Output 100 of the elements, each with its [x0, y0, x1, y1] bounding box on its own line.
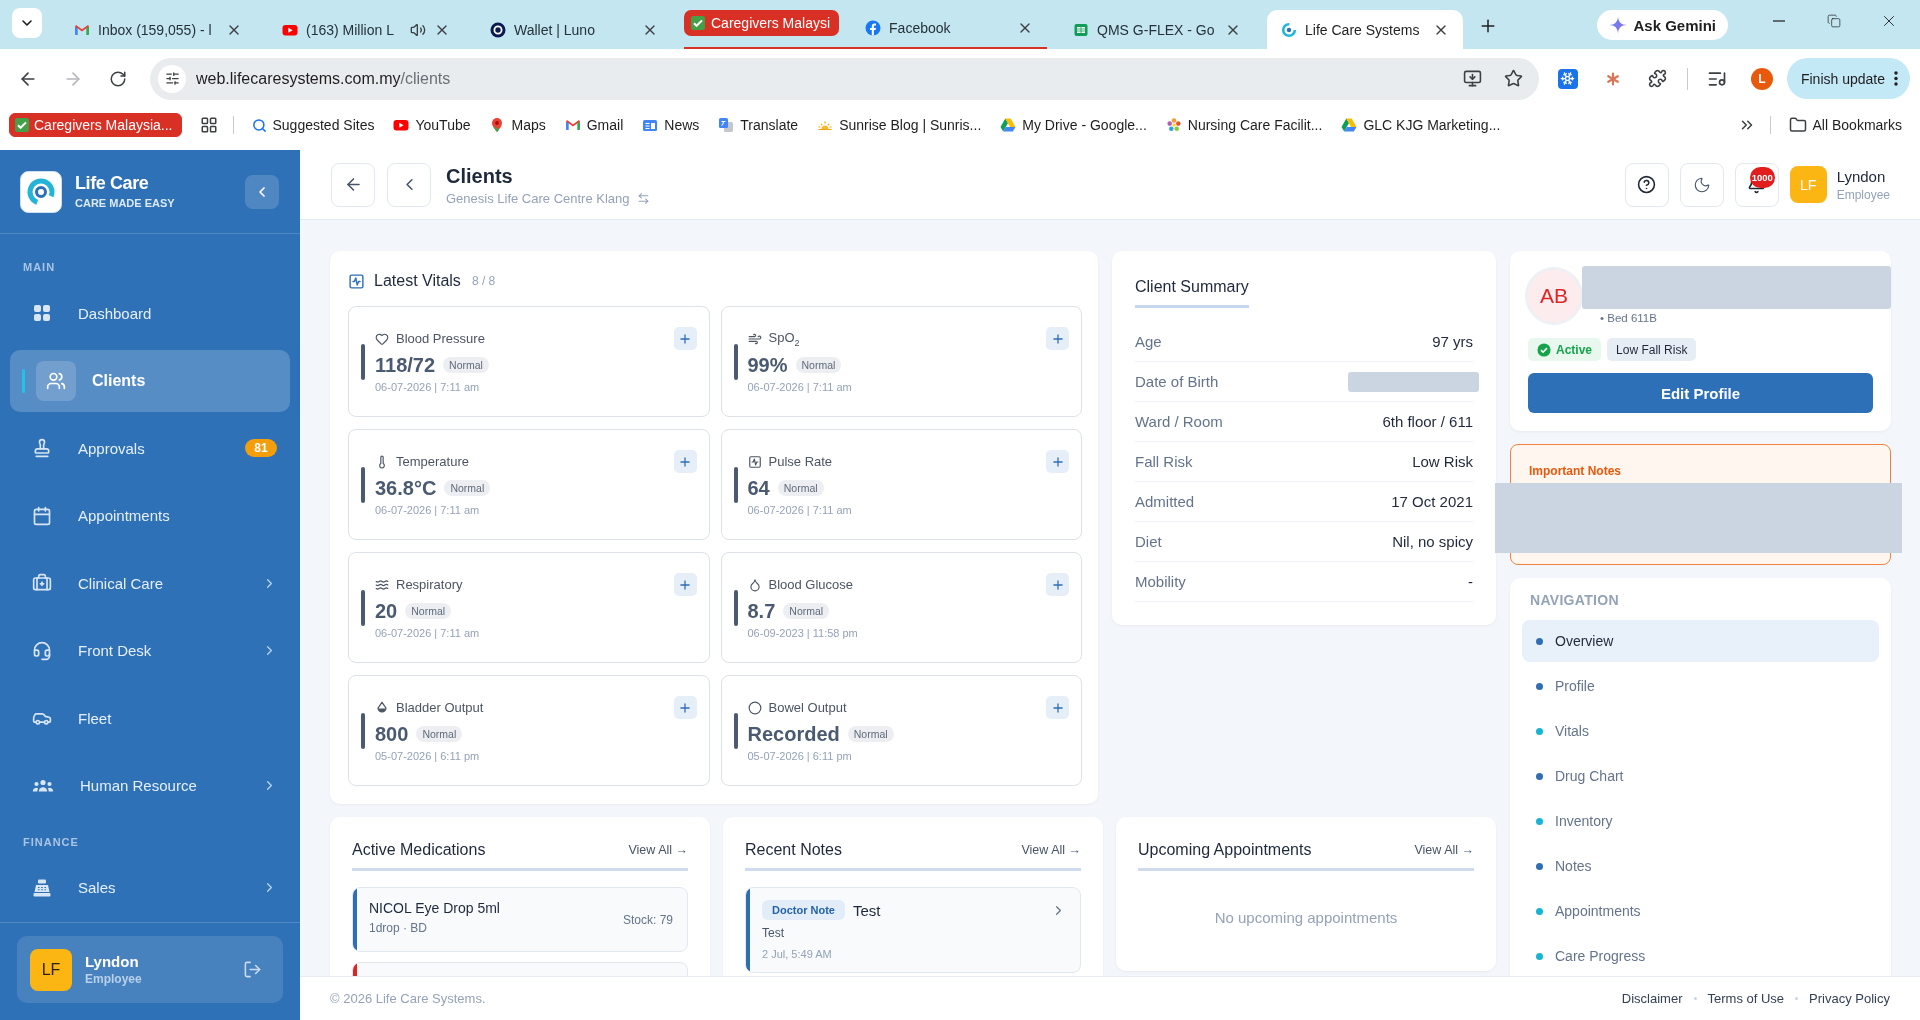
help-button[interactable]: [1624, 162, 1669, 207]
notifications-button[interactable]: 1000: [1734, 162, 1779, 207]
view-all-link[interactable]: View All →: [628, 843, 688, 857]
browser-tab[interactable]: Wallet | Luno: [476, 10, 672, 49]
profile-button[interactable]: L: [1744, 61, 1779, 96]
view-all-link[interactable]: View All →: [1414, 843, 1474, 857]
bookmark-link[interactable]: Suggested Sites: [243, 111, 383, 139]
bookmark-link[interactable]: Gmail: [556, 111, 632, 139]
reload-icon: [109, 69, 127, 88]
nav-item[interactable]: Vitals: [1522, 710, 1879, 752]
panel-title: Upcoming Appointments: [1138, 840, 1312, 860]
bed-label: • Bed 611B: [1600, 312, 1657, 324]
browser-tab[interactable]: QMS G-FLEX - Go: [1059, 10, 1256, 49]
summary-value: -: [1468, 573, 1473, 590]
vital-timestamp: 06-07-2026 | 7:11 am: [375, 504, 481, 516]
bookmark-link[interactable]: Nursing Care Facilit...: [1157, 111, 1331, 139]
browser-tab[interactable]: (163) Million L: [268, 10, 464, 49]
vital-timestamp: 06-07-2026 | 7:11 am: [747, 504, 852, 516]
add-button[interactable]: [673, 450, 697, 473]
sidebar-item[interactable]: Fleet: [10, 687, 290, 749]
bookmark-link[interactable]: Sunrise Blog | Sunris...: [809, 111, 990, 139]
sidebar-item[interactable]: Approvals 81: [10, 417, 290, 479]
add-button[interactable]: [1046, 696, 1069, 719]
help-icon: [1637, 175, 1657, 194]
sidebar-item[interactable]: Dashboard: [10, 282, 290, 344]
grid-icon: [32, 303, 52, 323]
collapse-button[interactable]: [245, 174, 279, 209]
status-pill: Normal: [444, 480, 491, 496]
sidebar-item[interactable]: Clinical Care: [10, 552, 290, 614]
footer-link[interactable]: Disclaimer: [1621, 991, 1683, 1006]
view-all-link[interactable]: View All →: [1021, 843, 1081, 857]
nav-item[interactable]: Drug Chart: [1522, 755, 1879, 797]
summary-value: Low Risk: [1412, 453, 1473, 470]
logout-icon[interactable]: [243, 960, 262, 979]
stamp-icon: [32, 438, 52, 458]
nav-item[interactable]: Inventory: [1522, 800, 1879, 842]
plus-icon: [1050, 454, 1065, 469]
add-button[interactable]: [1046, 573, 1069, 596]
bookmark-link[interactable]: Translate: [710, 111, 807, 139]
medication-card[interactable]: NICOL Eye Drop 5ml 1drop · BD Stock: 79: [352, 887, 688, 952]
pulse-icon: [348, 272, 365, 290]
nav-item[interactable]: Profile: [1522, 665, 1879, 707]
sidebar-item[interactable]: Sales: [10, 856, 290, 919]
check-square-icon: [690, 15, 706, 31]
bookmark-group-chip[interactable]: Caregivers Malaysia...: [9, 113, 182, 137]
nav-item[interactable]: Care Progress: [1522, 935, 1879, 976]
sliders-icon[interactable]: [158, 64, 186, 93]
droplet-icon: [747, 577, 762, 592]
bookmark-link[interactable]: Maps: [481, 111, 554, 139]
nav-item[interactable]: Notes: [1522, 845, 1879, 887]
install-icon[interactable]: [1462, 69, 1482, 88]
flower-icon: [1165, 117, 1182, 133]
tab-group-chip[interactable]: Caregivers Malaysi: [684, 10, 840, 36]
footer-link[interactable]: Privacy Policy: [1809, 991, 1890, 1006]
sidebar-item[interactable]: Human Resource: [10, 754, 290, 817]
update-button[interactable]: Finish update: [1786, 58, 1910, 99]
all-bookmarks-link[interactable]: All Bookmarks: [1780, 111, 1910, 139]
profile-avatar: L: [1750, 67, 1773, 90]
add-button[interactable]: [673, 696, 697, 719]
browser-tab[interactable]: Facebook: [851, 8, 1048, 47]
theme-button[interactable]: [1679, 162, 1724, 207]
sidebar-item[interactable]: Front Desk: [10, 619, 290, 682]
bookmark-link[interactable]: YouTube: [385, 111, 479, 139]
note-card[interactable]: Doctor Note Test Test 2 Jul, 5:49 AM: [745, 887, 1081, 973]
browser-tab[interactable]: Life Care Systems: [1267, 10, 1464, 49]
vital-timestamp: 05-07-2026 | 6:11 pm: [375, 750, 481, 762]
vital-value: 800: [375, 722, 409, 747]
gemini-button[interactable]: Ask Gemini: [1597, 10, 1728, 40]
bookmark-link[interactable]: My Drive - Google...: [992, 111, 1155, 139]
vital-timestamp: 06-07-2026 | 7:11 am: [747, 381, 852, 393]
accent-bar: [733, 343, 738, 380]
speaker-icon[interactable]: [410, 21, 426, 38]
swap-icon[interactable]: [636, 191, 650, 205]
add-button[interactable]: [673, 573, 697, 596]
vital-value: 99%: [747, 353, 788, 378]
bookmark-link[interactable]: GLC KJG Marketing...: [1333, 111, 1509, 139]
edit-profile-button[interactable]: Edit Profile: [1528, 373, 1873, 413]
address-bar[interactable]: web.lifecaresystems.com.my/clients: [150, 57, 1539, 100]
sidebar-item[interactable]: Appointments: [10, 484, 290, 547]
swirl-icon: [1281, 21, 1298, 38]
summary-label: Fall Risk: [1135, 453, 1193, 470]
copyright-text: © 2026 Life Care Systems.: [330, 991, 486, 1006]
plus-icon: [1050, 577, 1065, 592]
risk-badge: Low Fall Risk: [1607, 338, 1697, 361]
star-icon[interactable]: [1503, 69, 1523, 88]
summary-label: Age: [1135, 333, 1162, 350]
browser-tab[interactable]: Inbox (159,055) - l: [60, 10, 256, 49]
add-button[interactable]: [1046, 327, 1069, 350]
tab-search-button[interactable]: [12, 8, 42, 38]
panel-title: Recent Notes: [745, 840, 842, 860]
puzzle-icon: [1648, 69, 1668, 88]
add-button[interactable]: [673, 327, 697, 350]
wind-icon: [747, 331, 762, 346]
status-pill: Normal: [795, 357, 842, 373]
nav-item[interactable]: Appointments: [1522, 890, 1879, 932]
summary-label: Diet: [1135, 533, 1162, 550]
nav-item[interactable]: Overview: [1522, 620, 1879, 662]
bookmark-link[interactable]: News: [634, 111, 708, 139]
footer-link[interactable]: Terms of Use: [1707, 991, 1785, 1006]
add-button[interactable]: [1046, 450, 1069, 473]
